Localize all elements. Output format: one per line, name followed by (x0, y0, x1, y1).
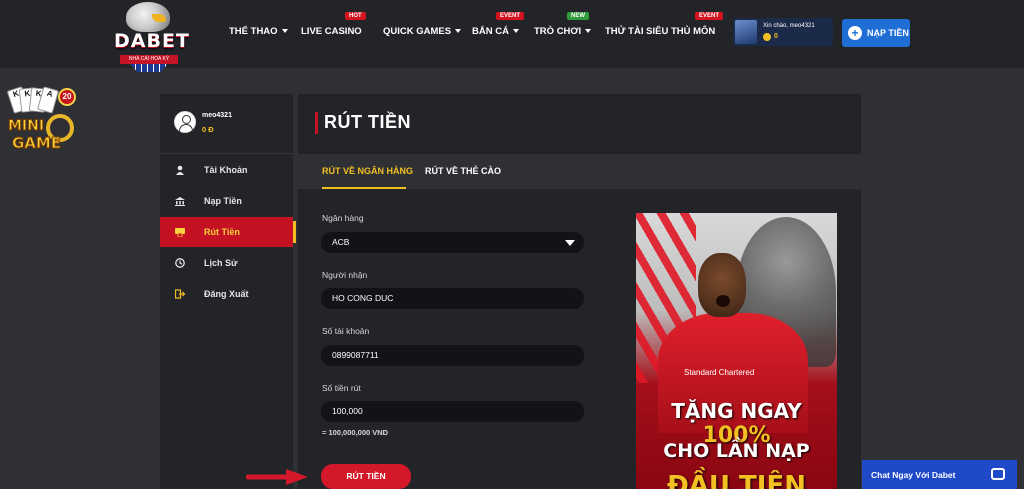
brand-name: DABET (114, 30, 190, 52)
sidebar-username: meo4321 (202, 112, 232, 119)
promo-line-3: ĐẦU TIÊN (666, 471, 806, 489)
header-user-box[interactable]: Xin chào, meo4321 0 (733, 18, 833, 46)
sidebar-item-label: Đăng Xuất (204, 289, 249, 299)
account-number-field[interactable]: 0899087711 (321, 345, 584, 366)
event-badge: EVENT (695, 12, 724, 20)
greeting-text: Xin chào, meo4321 (763, 23, 815, 29)
caret-down-icon (585, 29, 592, 34)
plus-icon: + (848, 26, 862, 40)
minigame-count-badge: 20 (58, 88, 76, 106)
nav-label: BẮN CÁ (472, 26, 509, 37)
nav-label: QUICK GAMES (383, 26, 452, 37)
nav-ban-ca[interactable]: EVENT BẮN CÁ (472, 12, 525, 37)
sidebar-item-label: Lịch Sử (204, 258, 238, 268)
bank-label: Ngân hàng (322, 213, 364, 223)
bank-select[interactable]: ACB (321, 232, 584, 253)
nav-the-thao[interactable]: THỂ THAO (229, 26, 288, 37)
account-number-label: Số tài khoản (322, 326, 370, 336)
minigame-word-mini: MINI (7, 118, 45, 135)
nav-thu-tai-sieu-thu-mon[interactable]: EVENT THỬ TÀI SIÊU THỦ MÔN (605, 12, 724, 37)
minigame-widget[interactable]: K K K A 20 MINI GAME (6, 86, 76, 158)
caret-down-icon (455, 29, 462, 34)
account-sidebar: meo4321 0 Đ Tài Khoản Nạp Tiền Rút Tiền … (160, 94, 296, 489)
nav-live-casino[interactable]: HOT LIVE CASINO (301, 12, 366, 37)
deposit-button-label: NẠP TIỀN (867, 28, 909, 38)
history-icon (175, 258, 185, 268)
new-badge: NEW (567, 12, 589, 20)
chat-bubble-icon (991, 468, 1005, 480)
withdraw-submit-button[interactable]: RÚT TIỀN (321, 464, 411, 489)
profile-summary: meo4321 0 Đ (160, 94, 293, 154)
bank-select-value: ACB (332, 237, 350, 247)
amount-field[interactable]: 100,000 (321, 401, 584, 422)
nav-label: THỂ THAO (229, 26, 278, 37)
sidebar-item-label: Tài Khoản (204, 165, 248, 175)
caret-down-icon (281, 29, 288, 34)
hot-badge: HOT (345, 12, 366, 20)
conversion-text: = 100,000,000 VND (322, 428, 389, 437)
sidebar-item-dang-xuat[interactable]: Đăng Xuất (160, 279, 293, 309)
withdraw-tabs: RÚT VỀ NGÂN HÀNG RÚT VỀ THẺ CÀO (298, 157, 861, 189)
sidebar-balance: 0 Đ (202, 125, 214, 134)
caret-down-icon (512, 29, 519, 34)
sidebar-item-lich-su[interactable]: Lịch Sử (160, 248, 293, 278)
user-avatar (735, 20, 757, 44)
sidebar-item-label: Nạp Tiền (204, 196, 242, 206)
eagle-icon (126, 2, 170, 32)
user-icon (176, 165, 184, 175)
amount-label: Số tiền rút (322, 383, 361, 393)
page-title-bar: RÚT TIỀN (298, 94, 861, 154)
deposit-button[interactable]: + NẠP TIỀN (842, 19, 910, 47)
promo-banner[interactable]: Standard Chartered TẶNG NGAY 100% CHO LẦ… (636, 213, 837, 489)
withdraw-icon (175, 228, 185, 237)
sidebar-item-nap-tien[interactable]: Nạp Tiền (160, 186, 293, 216)
player-head-image (698, 253, 746, 317)
sidebar-item-label: Rút Tiền (204, 227, 240, 237)
live-chat-button[interactable]: Chat Ngay Với Dabet (862, 460, 1017, 489)
top-header: DABET NHÀ CÁI HOA KỲ THỂ THAO HOT LIVE C… (0, 0, 1024, 72)
chat-label: Chat Ngay Với Dabet (871, 470, 956, 480)
brand-tagline: NHÀ CÁI HOA KỲ (120, 55, 178, 64)
dabet-logo[interactable]: DABET NHÀ CÁI HOA KỲ (112, 0, 190, 74)
nav-label: THỬ TÀI SIÊU THỦ MÔN (605, 26, 716, 37)
bank-icon (175, 197, 185, 206)
player-mouth (716, 295, 730, 307)
promo-line-1-prefix: TẶNG NGAY (671, 399, 802, 423)
dropdown-arrow-icon (565, 240, 575, 246)
logout-icon (175, 289, 185, 299)
tab-rut-ve-the-cao[interactable]: RÚT VỀ THẺ CÀO (425, 166, 501, 176)
page-title: RÚT TIỀN (324, 112, 411, 132)
header-balance: 0 (774, 33, 778, 40)
promo-line-2: CHO LẦN NẠP (663, 440, 810, 462)
sidebar-item-tai-khoan[interactable]: Tài Khoản (160, 155, 293, 185)
user-avatar-icon (174, 111, 196, 133)
event-badge: EVENT (496, 12, 525, 20)
arrow-right-icon (246, 469, 308, 485)
coin-icon (763, 33, 771, 41)
nav-label: TRÒ CHƠI (534, 26, 582, 37)
minigame-word-game: GAME (11, 134, 62, 153)
playing-cards-icon: K K K A (6, 86, 60, 118)
flag-stripes-icon (130, 64, 168, 72)
tab-rut-ve-ngan-hang[interactable]: RÚT VỀ NGÂN HÀNG (322, 166, 413, 176)
nav-quick-games[interactable]: QUICK GAMES (383, 26, 462, 37)
title-accent-bar (315, 112, 318, 134)
nav-tro-choi[interactable]: NEW TRÒ CHƠI (534, 12, 592, 37)
sidebar-item-rut-tien[interactable]: Rút Tiền (160, 217, 296, 247)
jersey-sponsor: Standard Chartered (684, 368, 755, 377)
recipient-field[interactable]: HO CONG DUC (321, 288, 584, 309)
nav-label: LIVE CASINO (301, 26, 362, 37)
recipient-label: Người nhận (322, 270, 368, 280)
